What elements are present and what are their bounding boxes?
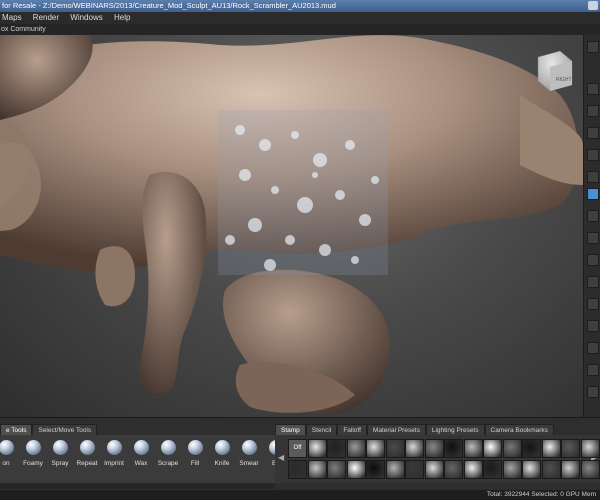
- menu-windows[interactable]: Windows: [70, 13, 102, 22]
- strip-button[interactable]: [587, 298, 599, 310]
- strip-button[interactable]: [587, 364, 599, 376]
- tool-tray: e Tools Select/Move Tools Stamp Stencil Fal…: [0, 417, 600, 491]
- stamp-thumbnail[interactable]: [385, 460, 405, 479]
- stamp-off-button[interactable]: Off: [288, 439, 307, 458]
- tool-icon: [106, 440, 122, 455]
- stamp-thumbnail[interactable]: [444, 439, 463, 458]
- strip-button[interactable]: [587, 149, 599, 161]
- tool-icon: [133, 440, 149, 455]
- stamp-panel: ◀ ▶ Off: [275, 435, 600, 483]
- stamp-thumbnail[interactable]: [463, 460, 483, 479]
- stamp-thumbnail[interactable]: [463, 439, 483, 458]
- strip-button[interactable]: [587, 342, 599, 354]
- menu-bar: Maps Render Windows Help: [0, 12, 600, 24]
- stamp-thumbnail[interactable]: [307, 439, 327, 458]
- strip-button[interactable]: [587, 232, 599, 244]
- stamp-thumbnail[interactable]: [405, 460, 424, 479]
- window-title: for Resale - Z:/Demo/WEBINARS/2013/Creat…: [2, 1, 336, 10]
- stamp-thumbnail[interactable]: [366, 460, 385, 479]
- strip-button[interactable]: [587, 386, 599, 398]
- stamp-thumbnail[interactable]: [561, 439, 580, 458]
- creature-render: RIGHT: [0, 35, 583, 414]
- tool-icon: [241, 440, 257, 455]
- viewcube: RIGHT: [537, 50, 573, 92]
- strip-button[interactable]: [587, 127, 599, 139]
- stamp-thumbnail[interactable]: [405, 439, 424, 458]
- status-stats: Total: 3922944 Selected: 0 GPU Mem: [486, 491, 596, 498]
- stamp-thumbnail[interactable]: [580, 460, 600, 479]
- strip-button[interactable]: [587, 254, 599, 266]
- stamp-thumbnail[interactable]: [366, 439, 385, 458]
- tool-icon: [160, 440, 176, 455]
- tool-icon: [79, 440, 95, 455]
- stamp-thumbnail[interactable]: [346, 460, 366, 479]
- stamp-thumbnail[interactable]: [424, 439, 444, 458]
- creature-front-arm-left: [95, 246, 135, 307]
- window-titlebar: for Resale - Z:/Demo/WEBINARS/2013/Creat…: [0, 0, 600, 12]
- stamp-thumbnail[interactable]: [483, 439, 502, 458]
- stamp-thumbnail[interactable]: [541, 439, 561, 458]
- stamp-thumbnail[interactable]: [385, 439, 405, 458]
- tool-tabs: e Tools Select/Move Tools: [0, 424, 98, 436]
- tool-icon: [214, 440, 230, 455]
- strip-button-active[interactable]: [587, 188, 599, 200]
- stamp-thumbnail[interactable]: [424, 460, 444, 479]
- properties-tabs: Stamp Stencil Falloff Material Presets Light…: [275, 424, 554, 436]
- 3d-viewport[interactable]: RIGHT: [0, 35, 583, 417]
- strip-button[interactable]: [587, 276, 599, 288]
- strip-button[interactable]: [587, 41, 599, 53]
- creature-front-arm: [139, 171, 207, 394]
- stamp-preview-overlay: [218, 110, 388, 275]
- window-control-button[interactable]: [588, 1, 598, 10]
- stamp-thumbnail[interactable]: [346, 439, 366, 458]
- stamp-thumbnail[interactable]: [502, 439, 522, 458]
- menu-render[interactable]: Render: [33, 13, 59, 22]
- viewcube-face-label[interactable]: RIGHT: [556, 77, 572, 83]
- stamp-thumbnail[interactable]: [522, 460, 541, 479]
- tool-icon: [187, 440, 203, 455]
- tool-icon: [52, 440, 68, 455]
- stamp-thumbnail[interactable]: [483, 460, 502, 479]
- strip-button[interactable]: [587, 320, 599, 332]
- tools-scrollbar[interactable]: [0, 483, 275, 489]
- strip-button[interactable]: [587, 171, 599, 183]
- tool-icon: [25, 440, 41, 455]
- menu-help[interactable]: Help: [114, 13, 130, 22]
- stamp-thumbnail[interactable]: [502, 460, 522, 479]
- strip-button[interactable]: [587, 105, 599, 117]
- stamp-thumbnail[interactable]: [541, 460, 561, 479]
- stamp-thumbnail[interactable]: [561, 460, 580, 479]
- shelf-bar: ox Community: [0, 24, 600, 35]
- stamp-thumbnail[interactable]: [327, 460, 346, 479]
- right-toolbar-strip: [583, 35, 600, 417]
- stamp-thumbnail[interactable]: [307, 460, 327, 479]
- stamp-thumbnail[interactable]: [522, 439, 541, 458]
- stamp-thumbnail[interactable]: [444, 460, 463, 479]
- menu-maps[interactable]: Maps: [2, 13, 22, 22]
- stamp-thumbnail[interactable]: [580, 439, 600, 458]
- sculpt-tools-panel: on Foamy Spray Repeat Imprint Wax Scrape Fill Kn…: [0, 435, 284, 483]
- stamp-thumbnail[interactable]: [288, 460, 307, 479]
- stamp-thumbnail[interactable]: [327, 439, 346, 458]
- strip-button[interactable]: [587, 210, 599, 222]
- shelf-community-link[interactable]: ox Community: [0, 26, 46, 33]
- stamp-scroll-left-icon[interactable]: ◀: [278, 453, 286, 463]
- strip-button[interactable]: [587, 83, 599, 95]
- tool-icon: [0, 440, 14, 455]
- status-bar: Total: 3922944 Selected: 0 GPU Mem: [0, 490, 600, 500]
